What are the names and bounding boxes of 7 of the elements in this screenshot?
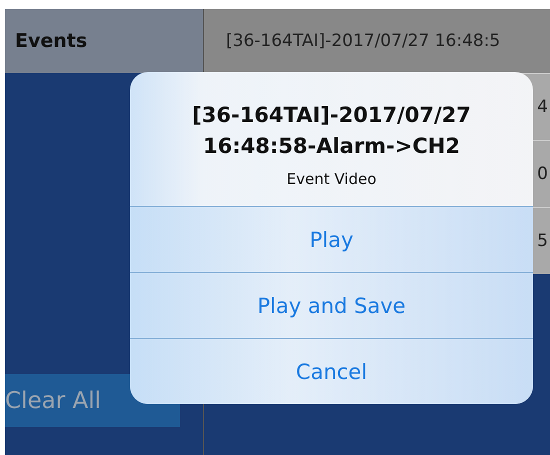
list-header: [36-164TAI]-2017/07/27 16:48:5 [204, 9, 550, 73]
dialog-action-button[interactable]: Play and Save [130, 272, 533, 338]
dialog-action-button[interactable]: Cancel [130, 338, 533, 404]
sidebar-title: Events [5, 9, 203, 73]
dialog-action-button[interactable]: Play [130, 206, 533, 272]
dialog-message: Event Video [286, 170, 376, 188]
dialog-title: [36-164TAI]-2017/07/27 16:48:58-Alarm->CH2 [191, 102, 472, 160]
